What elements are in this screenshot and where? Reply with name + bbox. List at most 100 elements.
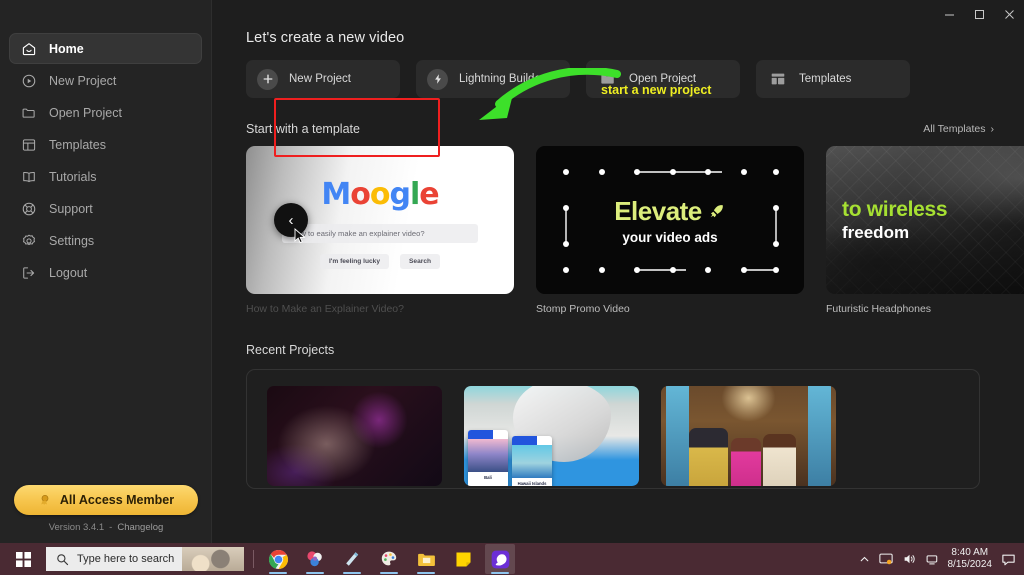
- minimize-button[interactable]: [934, 1, 964, 27]
- sidebar-footer: All Access Member Version 3.4.1 - Change…: [0, 485, 212, 543]
- card-tag: [512, 436, 537, 445]
- new-project-label: New Project: [289, 73, 351, 85]
- template-thumbnail: to wireless freedom ›: [826, 146, 1024, 294]
- recent-projects-row: Bali Hawaii Islands: [267, 386, 979, 486]
- sidebar-item-label: Settings: [49, 233, 95, 248]
- sidebar-item-new-project[interactable]: New Project: [9, 65, 202, 96]
- moogle-letter: M: [321, 177, 351, 212]
- taskbar-separator: [253, 550, 254, 568]
- app-running-indicator: [269, 572, 287, 574]
- sidebar-item-label: Logout: [49, 265, 88, 280]
- recent-project-thumbnail[interactable]: [267, 386, 442, 486]
- template-thumbnail: Moogle how to easily make an explainer v…: [246, 146, 514, 294]
- scene-pillar: [808, 386, 831, 486]
- photos-icon[interactable]: [300, 544, 330, 574]
- headphones-headline: to wireless: [842, 197, 948, 221]
- version-info: Version 3.4.1 - Changelog: [14, 522, 198, 533]
- recent-project-thumbnail[interactable]: Bali Hawaii Islands: [464, 386, 639, 486]
- templates-carousel: Moogle how to easily make an explainer v…: [246, 146, 1024, 315]
- sidebar-item-tutorials[interactable]: Tutorials: [9, 161, 202, 192]
- layout-icon: [767, 69, 788, 90]
- chrome-icon[interactable]: [263, 544, 293, 574]
- headphones-subline: freedom: [842, 222, 910, 242]
- sidebar-item-label: Tutorials: [49, 169, 97, 184]
- sidebar-item-home[interactable]: Home: [9, 33, 202, 64]
- chevron-right-icon: ›: [990, 123, 995, 135]
- show-hidden-icons-chevron-icon[interactable]: [859, 554, 870, 565]
- search-icon: [57, 553, 69, 565]
- dot-grid-decoration: [563, 169, 779, 273]
- sidebar-item-logout[interactable]: Logout: [9, 257, 202, 288]
- clock-date: 8/15/2024: [947, 559, 993, 570]
- lightning-builder-button[interactable]: Lightning Builder: [416, 60, 570, 98]
- gear-icon: [21, 233, 37, 249]
- app-running-indicator: [491, 572, 509, 574]
- stomp-promo-preview: Elevate your video ads: [536, 146, 804, 294]
- app-running-indicator: [417, 572, 435, 574]
- taskbar-search-input[interactable]: Type here to search: [46, 547, 244, 571]
- app-running-indicator: [306, 572, 324, 574]
- travel-card: Hawaii Islands: [512, 436, 552, 486]
- all-access-member-button[interactable]: All Access Member: [14, 485, 198, 515]
- file-explorer-icon[interactable]: [411, 544, 441, 574]
- volume-icon[interactable]: [902, 552, 916, 566]
- template-card[interactable]: Elevate your video ads Stomp Promo Video: [536, 146, 804, 315]
- moogle-logo: Moogle: [321, 177, 439, 212]
- sticky-notes-icon[interactable]: [448, 544, 478, 574]
- new-project-button[interactable]: New Project: [246, 60, 400, 98]
- close-button[interactable]: [994, 1, 1024, 27]
- file-icon[interactable]: [337, 544, 367, 574]
- sidebar-item-label: Open Project: [49, 105, 122, 120]
- app-running-indicator: [380, 572, 398, 574]
- play-circle-icon: [21, 73, 37, 89]
- action-center-icon[interactable]: [1001, 552, 1016, 567]
- search-thumbnail-decoration: [182, 547, 244, 571]
- moogle-letter: l: [409, 177, 420, 212]
- windows-taskbar: Type here to search 8:40 AM 8/15/2024: [0, 543, 1024, 575]
- sidebar-item-settings[interactable]: Settings: [9, 225, 202, 256]
- templates-button[interactable]: Templates: [756, 60, 910, 98]
- version-label: Version 3.4.1: [48, 522, 105, 533]
- system-tray: 8:40 AM 8/15/2024: [859, 547, 1024, 572]
- book-icon: [21, 169, 37, 185]
- moogle-buttons: I'm feeling lucky Search: [319, 254, 441, 269]
- sidebar-item-open-project[interactable]: Open Project: [9, 97, 202, 128]
- paint-icon[interactable]: [374, 544, 404, 574]
- onedrive-icon[interactable]: [878, 552, 893, 566]
- template-card[interactable]: Moogle how to easily make an explainer v…: [246, 146, 514, 315]
- plus-circle-icon: [257, 68, 278, 90]
- video-editor-icon[interactable]: [485, 544, 515, 574]
- moogle-letter: o: [369, 177, 391, 212]
- card-caption: Hawaii Islands: [517, 481, 547, 486]
- all-templates-label: All Templates: [923, 123, 986, 135]
- app-window: Home New Project Open Project Templates …: [0, 0, 1024, 575]
- recent-projects-panel: Bali Hawaii Islands: [246, 369, 980, 489]
- sidebar-item-templates[interactable]: Templates: [9, 129, 202, 160]
- taskbar-apps: [263, 544, 515, 574]
- recent-project-thumbnail[interactable]: [661, 386, 836, 486]
- character-figure: [731, 438, 761, 486]
- templates-label: Templates: [799, 73, 852, 85]
- template-card[interactable]: to wireless freedom › Futuristic Headpho…: [826, 146, 1024, 315]
- template-caption: Stomp Promo Video: [536, 303, 630, 315]
- card-caption: Bali: [484, 475, 492, 480]
- folder-icon: [21, 105, 37, 121]
- search-button: Search: [400, 254, 441, 269]
- taskbar-search-placeholder: Type here to search: [77, 553, 175, 565]
- card-image: [512, 445, 552, 478]
- mouse-cursor-icon: [294, 228, 306, 244]
- card-image: [468, 439, 508, 472]
- maximize-button[interactable]: [964, 1, 994, 27]
- sidebar: Home New Project Open Project Templates …: [0, 0, 212, 543]
- all-templates-link[interactable]: All Templates ›: [923, 123, 994, 135]
- sidebar-item-support[interactable]: Support: [9, 193, 202, 224]
- start-button[interactable]: [0, 543, 46, 575]
- templates-section-header: Start with a template All Templates ›: [246, 122, 1000, 136]
- recent-projects-title: Recent Projects: [246, 343, 335, 357]
- medal-icon: [41, 494, 49, 505]
- taskbar-clock[interactable]: 8:40 AM 8/15/2024: [948, 547, 993, 572]
- network-icon[interactable]: [925, 552, 939, 566]
- home-icon: [21, 41, 37, 57]
- all-access-member-label: All Access Member: [59, 493, 175, 507]
- changelog-link[interactable]: Changelog: [117, 522, 163, 533]
